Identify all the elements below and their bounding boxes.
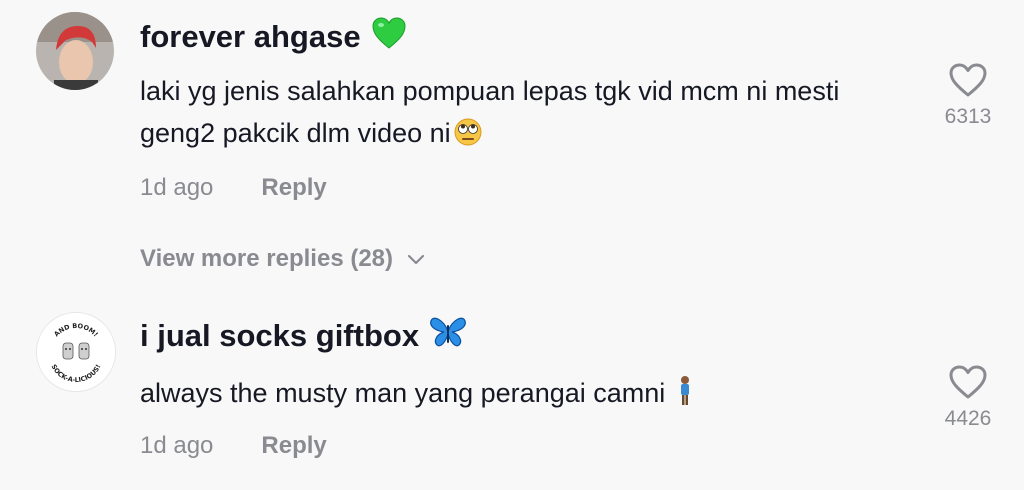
comment-text-content: always the musty man yang perangai camni bbox=[140, 378, 666, 408]
heart-outline-icon bbox=[948, 364, 988, 405]
comment-2: AND BOOM! SOCK-A-LICIOUS! i jual socks g… bbox=[0, 0, 1024, 490]
like-count: 4426 bbox=[944, 407, 992, 430]
username[interactable]: i jual socks giftbox bbox=[140, 315, 467, 357]
comment-meta: 1d ago Reply bbox=[140, 432, 327, 460]
like-button[interactable]: 4426 bbox=[938, 364, 998, 431]
username-text: i jual socks giftbox bbox=[140, 318, 420, 353]
butterfly-icon bbox=[429, 315, 467, 357]
comment-time: 1d ago bbox=[140, 432, 214, 459]
person-standing-emoji-icon bbox=[675, 375, 695, 419]
comment-text: always the musty man yang perangai camni bbox=[140, 372, 900, 419]
reply-button[interactable]: Reply bbox=[261, 432, 326, 460]
user-avatar-logo: AND BOOM! SOCK-A-LICIOUS! bbox=[37, 313, 115, 391]
user-avatar[interactable]: AND BOOM! SOCK-A-LICIOUS! bbox=[36, 312, 116, 392]
